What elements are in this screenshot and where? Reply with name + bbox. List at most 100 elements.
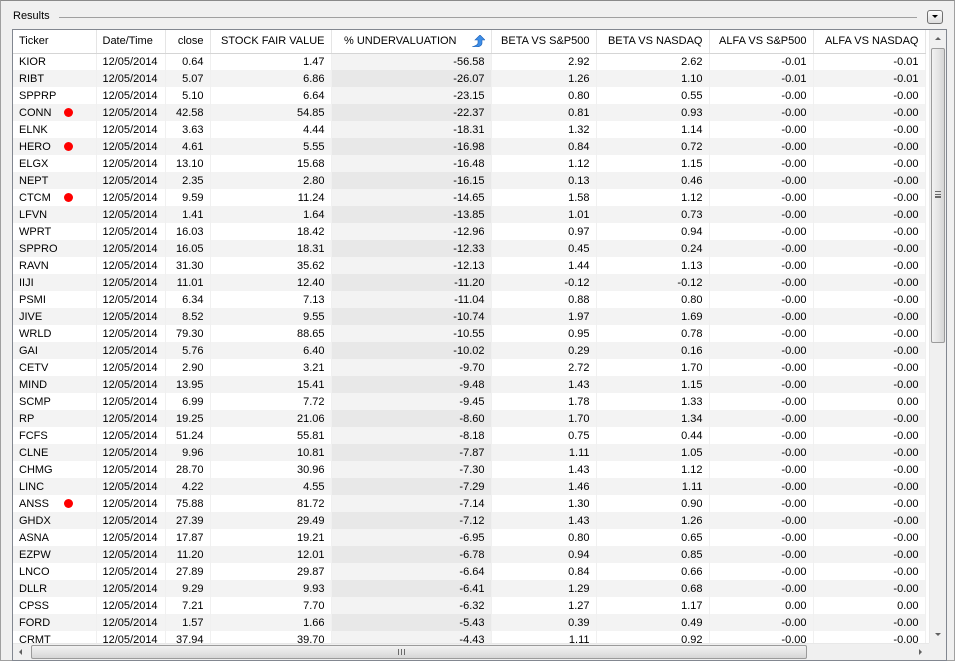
table-row[interactable]: EZPW 12/05/2014 11.20 12.01 -6.78 0.94 0.85 -0.… <box>13 546 926 563</box>
close-cell[interactable]: 5.76 <box>165 342 211 359</box>
fair-value-cell[interactable]: 88.65 <box>210 325 332 342</box>
undervaluation-cell[interactable]: -9.70 <box>331 359 492 376</box>
table-row[interactable]: ELNK 12/05/2014 3.63 4.44 -18.31 1.32 1.14 -0.0… <box>13 121 926 138</box>
column-header-ticker[interactable]: Ticker <box>13 30 97 54</box>
date-cell[interactable]: 12/05/2014 <box>96 597 166 614</box>
alfa-nasdaq-cell[interactable]: -0.00 <box>813 427 926 444</box>
table-row[interactable]: ANSS 12/05/2014 75.88 81.72 -7.14 1.30 0.90 -0.… <box>13 495 926 512</box>
fair-value-cell[interactable]: 7.13 <box>210 291 332 308</box>
table-row[interactable]: ELGX 12/05/2014 13.10 15.68 -16.48 1.12 1.15 -0… <box>13 155 926 172</box>
date-cell[interactable]: 12/05/2014 <box>96 206 166 223</box>
alfa-nasdaq-cell[interactable]: -0.00 <box>813 104 926 121</box>
alfa-sp500-cell[interactable]: -0.00 <box>709 172 814 189</box>
undervaluation-cell[interactable]: -56.58 <box>331 53 492 70</box>
alfa-sp500-cell[interactable]: -0.00 <box>709 546 814 563</box>
date-cell[interactable]: 12/05/2014 <box>96 274 166 291</box>
date-cell[interactable]: 12/05/2014 <box>96 529 166 546</box>
undervaluation-cell[interactable]: -6.64 <box>331 563 492 580</box>
beta-sp500-cell[interactable]: 2.72 <box>491 359 597 376</box>
ticker-cell[interactable]: RAVN <box>13 257 97 274</box>
beta-nasdaq-cell[interactable]: 0.85 <box>596 546 710 563</box>
table-row[interactable]: IIJI 12/05/2014 11.01 12.40 -11.20 -0.12 -0.12… <box>13 274 926 291</box>
undervaluation-cell[interactable]: -14.65 <box>331 189 492 206</box>
undervaluation-cell[interactable]: -5.43 <box>331 614 492 631</box>
alfa-nasdaq-cell[interactable]: -0.00 <box>813 563 926 580</box>
ticker-cell[interactable]: SCMP <box>13 393 97 410</box>
alfa-sp500-cell[interactable]: -0.01 <box>709 70 814 87</box>
alfa-nasdaq-cell[interactable]: -0.00 <box>813 580 926 597</box>
fair-value-cell[interactable]: 21.06 <box>210 410 332 427</box>
undervaluation-cell[interactable]: -26.07 <box>331 70 492 87</box>
date-cell[interactable]: 12/05/2014 <box>96 614 166 631</box>
alfa-sp500-cell[interactable]: -0.00 <box>709 614 814 631</box>
table-row[interactable]: GAI 12/05/2014 5.76 6.40 -10.02 0.29 0.16 -0.00… <box>13 342 926 359</box>
date-cell[interactable]: 12/05/2014 <box>96 104 166 121</box>
table-row[interactable]: LNCO 12/05/2014 27.89 29.87 -6.64 0.84 0.66 -0.… <box>13 563 926 580</box>
beta-sp500-cell[interactable]: -0.12 <box>491 274 597 291</box>
beta-nasdaq-cell[interactable]: 1.14 <box>596 121 710 138</box>
column-header-undervaluation[interactable]: % UNDERVALUATION <box>331 30 492 54</box>
date-cell[interactable]: 12/05/2014 <box>96 359 166 376</box>
close-cell[interactable]: 0.64 <box>165 53 211 70</box>
date-cell[interactable]: 12/05/2014 <box>96 393 166 410</box>
alfa-nasdaq-cell[interactable]: -0.00 <box>813 444 926 461</box>
panel-menu-button[interactable] <box>927 10 943 24</box>
column-header-close[interactable]: close <box>165 30 211 54</box>
undervaluation-cell[interactable]: -22.37 <box>331 104 492 121</box>
date-cell[interactable]: 12/05/2014 <box>96 189 166 206</box>
alfa-sp500-cell[interactable]: -0.00 <box>709 325 814 342</box>
ticker-cell[interactable]: SPPRO <box>13 240 97 257</box>
date-cell[interactable]: 12/05/2014 <box>96 410 166 427</box>
ticker-cell[interactable]: CLNE <box>13 444 97 461</box>
alfa-nasdaq-cell[interactable]: -0.00 <box>813 138 926 155</box>
fair-value-cell[interactable]: 5.55 <box>210 138 332 155</box>
beta-sp500-cell[interactable]: 1.58 <box>491 189 597 206</box>
undervaluation-cell[interactable]: -6.41 <box>331 580 492 597</box>
close-cell[interactable]: 1.57 <box>165 614 211 631</box>
table-row[interactable]: HERO 12/05/2014 4.61 5.55 -16.98 0.84 0.72 -0.0… <box>13 138 926 155</box>
alfa-nasdaq-cell[interactable]: -0.00 <box>813 155 926 172</box>
alfa-sp500-cell[interactable]: -0.00 <box>709 393 814 410</box>
ticker-cell[interactable]: CONN <box>13 104 97 121</box>
beta-sp500-cell[interactable]: 1.78 <box>491 393 597 410</box>
beta-sp500-cell[interactable]: 1.27 <box>491 597 597 614</box>
close-cell[interactable]: 13.95 <box>165 376 211 393</box>
close-cell[interactable]: 6.99 <box>165 393 211 410</box>
date-cell[interactable]: 12/05/2014 <box>96 342 166 359</box>
close-cell[interactable]: 13.10 <box>165 155 211 172</box>
alfa-nasdaq-cell[interactable]: -0.00 <box>813 359 926 376</box>
beta-sp500-cell[interactable]: 1.97 <box>491 308 597 325</box>
beta-sp500-cell[interactable]: 1.01 <box>491 206 597 223</box>
ticker-cell[interactable]: EZPW <box>13 546 97 563</box>
fair-value-cell[interactable]: 6.40 <box>210 342 332 359</box>
ticker-cell[interactable]: ANSS <box>13 495 97 512</box>
beta-nasdaq-cell[interactable]: 0.94 <box>596 223 710 240</box>
table-row[interactable]: CTCM 12/05/2014 9.59 11.24 -14.65 1.58 1.12 -0.… <box>13 189 926 206</box>
alfa-nasdaq-cell[interactable]: -0.00 <box>813 274 926 291</box>
alfa-sp500-cell[interactable]: -0.00 <box>709 461 814 478</box>
alfa-sp500-cell[interactable]: -0.00 <box>709 257 814 274</box>
ticker-cell[interactable]: RIBT <box>13 70 97 87</box>
date-cell[interactable]: 12/05/2014 <box>96 580 166 597</box>
beta-nasdaq-cell[interactable]: 0.44 <box>596 427 710 444</box>
ticker-cell[interactable]: LFVN <box>13 206 97 223</box>
fair-value-cell[interactable]: 29.87 <box>210 563 332 580</box>
fair-value-cell[interactable]: 11.24 <box>210 189 332 206</box>
alfa-sp500-cell[interactable]: -0.00 <box>709 274 814 291</box>
beta-sp500-cell[interactable]: 1.43 <box>491 461 597 478</box>
close-cell[interactable]: 42.58 <box>165 104 211 121</box>
close-cell[interactable]: 79.30 <box>165 325 211 342</box>
fair-value-cell[interactable]: 9.93 <box>210 580 332 597</box>
alfa-nasdaq-cell[interactable]: -0.00 <box>813 529 926 546</box>
undervaluation-cell[interactable]: -7.29 <box>331 478 492 495</box>
scroll-right-button[interactable] <box>912 644 929 660</box>
undervaluation-cell[interactable]: -12.96 <box>331 223 492 240</box>
fair-value-cell[interactable]: 15.68 <box>210 155 332 172</box>
ticker-cell[interactable]: GHDX <box>13 512 97 529</box>
ticker-cell[interactable]: SPPRP <box>13 87 97 104</box>
beta-nasdaq-cell[interactable]: 2.62 <box>596 53 710 70</box>
date-cell[interactable]: 12/05/2014 <box>96 512 166 529</box>
beta-nasdaq-cell[interactable]: 0.93 <box>596 104 710 121</box>
alfa-nasdaq-cell[interactable]: -0.00 <box>813 121 926 138</box>
column-header-beta-nasdaq[interactable]: BETA VS NASDAQ <box>596 30 710 54</box>
